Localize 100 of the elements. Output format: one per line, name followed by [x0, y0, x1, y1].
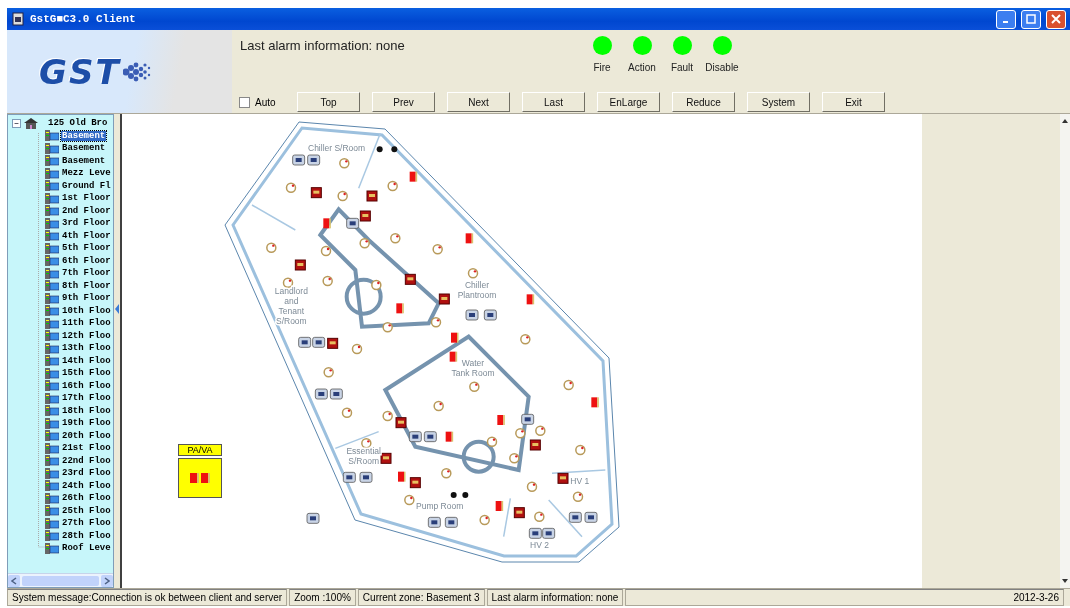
- floor-icon: [45, 330, 59, 342]
- room-label: Chiller Plantroom: [457, 279, 497, 300]
- floor-icon: [45, 255, 59, 267]
- call-point-icon: [359, 210, 371, 222]
- smoke-detector-icon: [382, 322, 393, 333]
- floor-icon: [45, 280, 59, 292]
- module-icon: [329, 388, 343, 400]
- horizontal-scrollbar[interactable]: [8, 573, 113, 587]
- tree-item[interactable]: 125 Old Bro: [47, 118, 109, 129]
- alarm-bell-icon: [449, 351, 458, 362]
- auto-checkbox[interactable]: Auto: [239, 96, 285, 108]
- tree-item[interactable]: 6th Floor: [61, 255, 112, 266]
- splitter[interactable]: [114, 114, 122, 588]
- toolbar-button[interactable]: System: [747, 92, 810, 112]
- floor-icon: [45, 167, 59, 179]
- room-label: HV 1: [570, 476, 590, 487]
- smoke-detector-icon: [323, 367, 334, 378]
- room-label: Water Tank Room: [451, 358, 495, 378]
- tree-item[interactable]: 10th Floo: [61, 305, 112, 316]
- tree-item[interactable]: Ground Fl: [61, 180, 112, 191]
- module-icon: [528, 527, 542, 539]
- module-icon: [542, 527, 556, 539]
- sensor-dot-icon: [391, 146, 398, 153]
- tree-item[interactable]: Basement: [61, 143, 107, 154]
- floor-icon: [45, 230, 59, 242]
- call-point-icon: [438, 293, 450, 305]
- toolbar-button[interactable]: Exit: [822, 92, 885, 112]
- tree-item[interactable]: 12th Floo: [61, 330, 112, 341]
- tree-item[interactable]: Basement: [61, 130, 107, 141]
- toolbar-button[interactable]: Last: [522, 92, 585, 112]
- tree-item[interactable]: Roof Leve: [61, 543, 112, 554]
- alarm-info-text: Last alarm information: none: [240, 38, 406, 54]
- scroll-up-icon[interactable]: [1060, 117, 1070, 125]
- tree-item[interactable]: 26th Floo: [61, 493, 112, 504]
- tree-item[interactable]: 22nd Floo: [61, 455, 112, 466]
- tree-item[interactable]: 27th Floo: [61, 518, 112, 529]
- tree-item[interactable]: 17th Floo: [61, 393, 112, 404]
- floor-icon: [45, 492, 59, 504]
- tree-item[interactable]: 1st Floor: [61, 193, 112, 204]
- tree-item[interactable]: Mezz Leve: [61, 168, 112, 179]
- scroll-right-icon[interactable]: [104, 576, 110, 585]
- smoke-detector-icon: [534, 511, 545, 522]
- tree-item[interactable]: 16th Floo: [61, 380, 112, 391]
- tree-item[interactable]: 3rd Floor: [61, 218, 112, 229]
- smoke-detector-icon: [404, 494, 415, 506]
- tree-item[interactable]: 8th Floor: [61, 280, 112, 291]
- room-label: Essential S/Room: [346, 446, 381, 467]
- tree-item[interactable]: 14th Floo: [61, 355, 112, 366]
- tree-item[interactable]: 4th Floor: [61, 230, 112, 241]
- sensor-dot-icon: [376, 146, 383, 153]
- tree-item[interactable]: 5th Floor: [61, 243, 112, 254]
- floor-icon: [45, 467, 59, 479]
- logo-text: GST: [39, 51, 121, 92]
- smoke-detector-icon: [282, 277, 294, 288]
- floor-icon: [45, 442, 59, 454]
- vertical-scrollbar[interactable]: [1060, 114, 1070, 588]
- collapse-icon[interactable]: [12, 118, 21, 128]
- status-label: Fire: [593, 62, 611, 73]
- floor-icon: [45, 242, 59, 254]
- tree-item[interactable]: 18th Floo: [61, 405, 112, 416]
- scroll-down-icon[interactable]: [1060, 577, 1070, 585]
- smoke-detector-icon: [337, 190, 348, 202]
- floor-icon: [45, 267, 59, 279]
- tree-item[interactable]: 11th Floo: [61, 318, 112, 329]
- alarm-bell-icon: [495, 501, 504, 511]
- toolbar-button[interactable]: Next: [447, 92, 510, 112]
- module-icon: [444, 516, 458, 528]
- tree-item[interactable]: 24th Floo: [61, 480, 112, 491]
- tree-item[interactable]: 2nd Floor: [61, 205, 112, 216]
- close-button[interactable]: [1046, 9, 1066, 29]
- tree-item[interactable]: 23rd Floo: [61, 468, 112, 479]
- scroll-left-icon[interactable]: [11, 576, 17, 585]
- minimize-button[interactable]: [996, 9, 1016, 29]
- smoke-detector-icon: [351, 343, 363, 355]
- floor-icon: [45, 317, 59, 329]
- room-label: HV 2: [530, 540, 549, 550]
- smoke-detector-icon: [509, 453, 520, 464]
- toolbar-button[interactable]: EnLarge: [597, 92, 660, 112]
- room-label: Landlord and Tenant S/Room: [274, 286, 308, 326]
- module-icon: [359, 471, 373, 483]
- tree-item[interactable]: 21st Floo: [61, 443, 112, 454]
- maximize-button[interactable]: [1021, 9, 1041, 29]
- tree-item[interactable]: 13th Floo: [61, 343, 112, 354]
- toolbar-button[interactable]: Top: [297, 92, 360, 112]
- tree-item[interactable]: 15th Floo: [61, 368, 112, 379]
- toolbar-button[interactable]: Prev: [372, 92, 435, 112]
- toolbar-button[interactable]: Reduce: [672, 92, 735, 112]
- tree-item[interactable]: 7th Floor: [61, 268, 112, 279]
- tree-item[interactable]: 28th Floo: [61, 530, 112, 541]
- smoke-detector-icon: [515, 428, 526, 439]
- tree-item[interactable]: 25th Floo: [61, 505, 112, 516]
- alarm-bell-icon: [497, 415, 505, 425]
- call-point-icon: [404, 273, 416, 285]
- smoke-detector-icon: [520, 334, 531, 345]
- call-point-icon: [310, 187, 322, 199]
- tree-item[interactable]: 9th Floor: [61, 293, 112, 304]
- smoke-detector-icon: [526, 481, 538, 492]
- tree-item[interactable]: 19th Floo: [61, 418, 112, 429]
- tree-item[interactable]: 20th Floo: [61, 430, 112, 441]
- tree-item[interactable]: Basement: [61, 155, 107, 166]
